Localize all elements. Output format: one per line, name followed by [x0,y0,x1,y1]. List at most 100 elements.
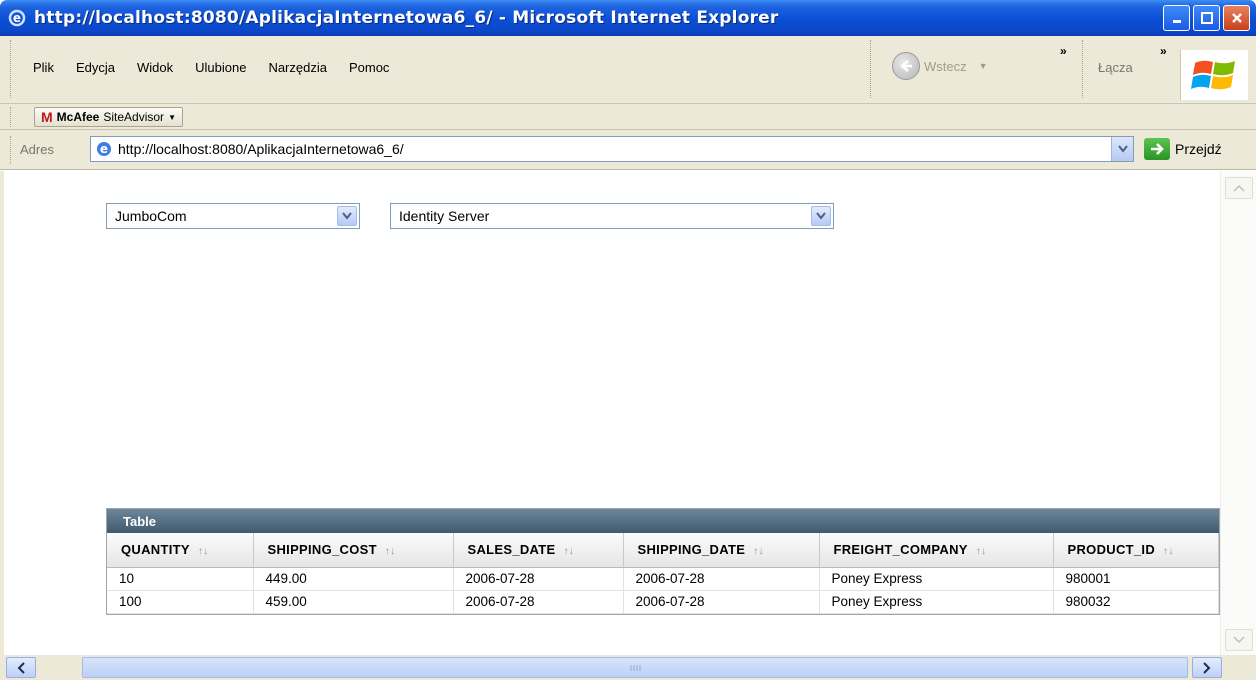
windows-logo [1180,50,1248,100]
chevron-down-icon [342,212,352,220]
chevron-down-icon [816,212,826,220]
column-label: SHIPPING_DATE [637,542,746,558]
toolbar-grip[interactable] [1082,40,1085,98]
sort-icon[interactable]: ↑↓ [385,546,396,557]
toolbar-grip[interactable] [10,40,13,98]
menu-widok[interactable]: Widok [126,60,184,75]
sort-icon[interactable]: ↑↓ [1163,546,1174,557]
chevron-down-icon [1233,636,1245,644]
menu-ulubione[interactable]: Ulubione [184,60,257,75]
sort-icon[interactable]: ↑↓ [564,546,575,557]
close-icon [1231,13,1242,23]
toolbar-grip[interactable] [10,136,13,164]
address-label: Adres [20,142,54,157]
back-dropdown-icon[interactable]: ▼ [979,61,988,71]
scroll-right-button[interactable] [1192,657,1222,678]
close-button[interactable] [1223,5,1250,31]
go-arrow-icon [1151,143,1164,155]
column-label: SALES_DATE [467,542,556,558]
toolbar-grip[interactable] [870,40,873,98]
cell-shipping-date: 2006-07-28 [623,567,820,591]
data-table: Table QUANTITY ↑↓ SHIPPING_COST ↑↓ SALES_D… [106,508,1220,615]
minimize-icon [1172,20,1181,23]
chevron-left-icon [17,661,25,674]
column-label: FREIGHT_COMPANY [833,542,968,558]
cell-freight-company: Poney Express [819,567,1054,591]
internet-explorer-icon: e [97,142,111,156]
mcafee-siteadvisor-button[interactable]: M McAfee SiteAdvisor ▼ [34,107,183,127]
column-shipping-cost[interactable]: SHIPPING_COST ↑↓ [253,533,454,568]
column-freight-company[interactable]: FREIGHT_COMPANY ↑↓ [819,533,1054,568]
cell-shipping-cost: 449.00 [253,567,454,591]
chevron-more-icon[interactable]: » [1160,44,1167,58]
column-label: QUANTITY [121,542,190,558]
company-select[interactable]: JumboCom [106,203,360,229]
chevron-more-icon[interactable]: » [1060,44,1067,58]
column-label: PRODUCT_ID [1067,542,1156,558]
table-title: Table [107,509,1219,533]
vertical-scrollbar[interactable] [1220,171,1256,655]
maximize-icon [1200,12,1213,24]
go-button[interactable]: Przejdź [1144,138,1222,160]
mcafee-product: SiteAdvisor [103,110,165,124]
column-shipping-date[interactable]: SHIPPING_DATE ↑↓ [623,533,820,568]
scroll-left-button[interactable] [6,657,36,678]
window-title-bar[interactable]: e http://localhost:8080/AplikacjaInterne… [0,0,1256,36]
cell-shipping-date: 2006-07-28 [623,590,820,614]
dropdown-arrow-icon: ▼ [168,112,176,122]
maximize-button[interactable] [1193,5,1220,31]
sort-icon[interactable]: ↑↓ [198,546,209,557]
mcafee-logo-icon: M [41,109,53,125]
table-row[interactable]: 10 449.00 2006-07-28 2006-07-28 Poney Ex… [107,567,1219,591]
sort-icon[interactable]: ↑↓ [976,546,987,557]
cell-sales-date: 2006-07-28 [453,590,624,614]
scroll-thumb[interactable] [82,657,1188,678]
links-label[interactable]: Łącza [1098,60,1133,75]
menu-plik[interactable]: Plik [22,60,65,75]
svg-text:e: e [100,142,108,156]
horizontal-scrollbar[interactable] [0,655,1256,680]
minimize-button[interactable] [1163,5,1190,31]
chevron-right-icon [1203,661,1211,674]
scroll-down-button[interactable] [1225,629,1253,651]
menu-edycja[interactable]: Edycja [65,60,126,75]
cell-product-id: 980032 [1053,590,1219,614]
go-label: Przejdź [1175,141,1222,157]
back-button[interactable]: Wstecz ▼ [892,52,988,80]
toolbar-grip[interactable] [10,107,13,127]
column-quantity[interactable]: QUANTITY ↑↓ [107,533,254,568]
menu-pomoc[interactable]: Pomoc [338,60,400,75]
column-label: SHIPPING_COST [267,542,377,558]
cell-quantity: 100 [107,590,254,614]
address-url: http://localhost:8080/AplikacjaInterneto… [118,141,404,157]
company-select-value: JumboCom [115,208,187,224]
back-label: Wstecz [924,58,967,74]
address-bar: Adres e http://localhost:8080/AplikacjaI… [0,130,1256,170]
column-product-id[interactable]: PRODUCT_ID ↑↓ [1053,533,1219,568]
table-header-row: QUANTITY ↑↓ SHIPPING_COST ↑↓ SALES_DATE ↑↓ … [107,533,1219,568]
mcafee-toolbar: M McAfee SiteAdvisor ▼ [0,104,1256,130]
company-select-arrow[interactable] [337,206,357,226]
product-select[interactable]: Identity Server [390,203,834,229]
cell-sales-date: 2006-07-28 [453,567,624,591]
internet-explorer-icon: e [8,9,26,27]
cell-shipping-cost: 459.00 [253,590,454,614]
menu-narzedzia[interactable]: Narzędzia [257,60,338,75]
chevron-up-icon [1233,184,1245,192]
product-select-value: Identity Server [399,208,490,224]
window-title: http://localhost:8080/AplikacjaInterneto… [34,8,779,28]
windows-flag-icon [1190,60,1235,90]
grip-lines-icon [630,664,641,671]
address-dropdown-button[interactable] [1111,137,1133,161]
scroll-up-button[interactable] [1225,177,1253,199]
mcafee-brand: McAfee [56,110,100,124]
address-input[interactable]: e http://localhost:8080/AplikacjaInterne… [90,136,1134,162]
column-sales-date[interactable]: SALES_DATE ↑↓ [453,533,624,568]
product-select-arrow[interactable] [811,206,831,226]
cell-quantity: 10 [107,567,254,591]
cell-product-id: 980001 [1053,567,1219,591]
cell-freight-company: Poney Express [819,590,1054,614]
sort-icon[interactable]: ↑↓ [753,546,764,557]
menu-bar: Plik Edycja Widok Ulubione Narzędzia Pom… [0,36,1256,104]
table-row[interactable]: 100 459.00 2006-07-28 2006-07-28 Poney E… [107,590,1219,614]
